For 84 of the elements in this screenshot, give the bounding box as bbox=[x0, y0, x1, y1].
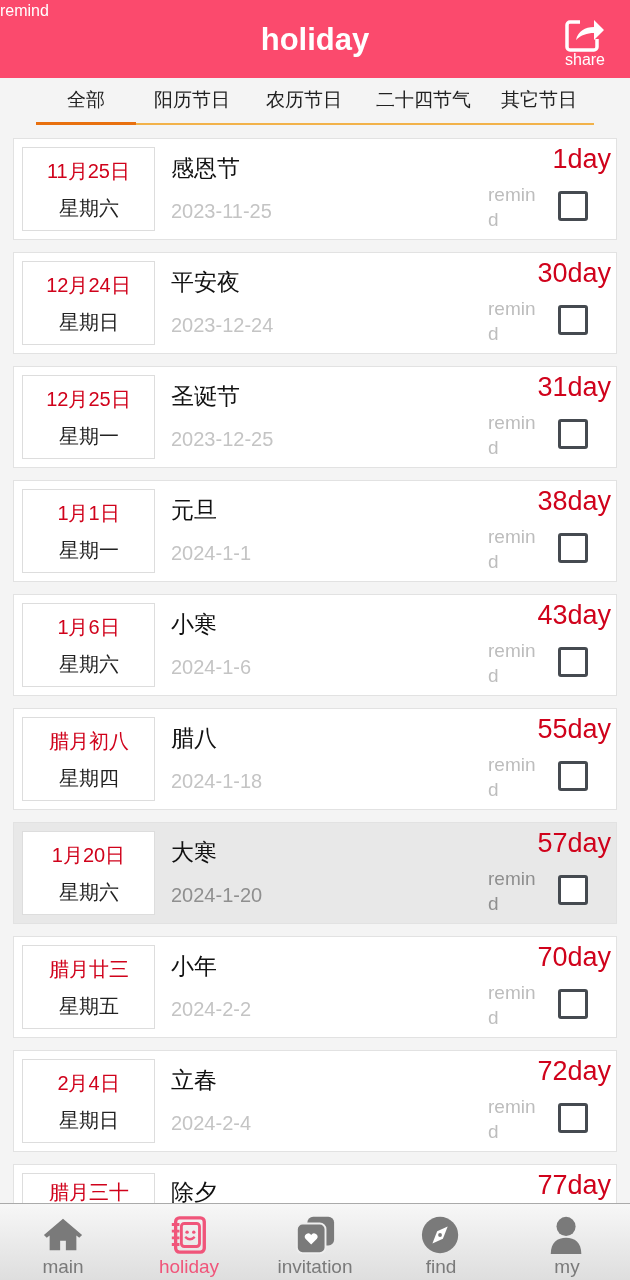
remind-label: remind bbox=[488, 411, 537, 460]
days-remaining: 72day bbox=[537, 1058, 611, 1085]
holiday-name: 元旦 bbox=[171, 497, 218, 525]
holiday-date: 2024-2-4 bbox=[171, 1110, 253, 1135]
holiday-card[interactable]: 2月4日 星期日 立春 2024-2-4 72day remind bbox=[13, 1050, 617, 1152]
remind-label: remind bbox=[488, 753, 537, 802]
date-label: 11月25日 bbox=[47, 158, 130, 183]
cards-icon bbox=[294, 1215, 336, 1256]
remind-checkbox[interactable] bbox=[558, 1103, 588, 1133]
remind-label: remind bbox=[488, 1095, 537, 1144]
holiday-date: 2024-1-6 bbox=[171, 654, 253, 679]
weekday-label: 星期六 bbox=[58, 195, 119, 220]
days-remaining: 57day bbox=[537, 830, 611, 857]
holiday-card[interactable]: 12月24日 星期日 平安夜 2023-12-24 30day remind bbox=[13, 252, 617, 354]
holiday-date: 2024-1-20 bbox=[171, 882, 264, 907]
remind-checkbox[interactable] bbox=[558, 533, 588, 563]
holiday-card[interactable]: 1月20日 星期六 大寒 2024-1-20 57day remind bbox=[13, 822, 617, 924]
remind-checkbox[interactable] bbox=[558, 761, 588, 791]
holiday-name: 立春 bbox=[171, 1067, 218, 1095]
weekday-label: 星期日 bbox=[58, 309, 119, 334]
date-label: 1月1日 bbox=[57, 500, 120, 525]
weekday-label: 星期日 bbox=[58, 1107, 119, 1132]
date-label: 2月4日 bbox=[57, 1070, 120, 1095]
remind-label: remind bbox=[488, 867, 537, 916]
remind-checkbox[interactable] bbox=[558, 875, 588, 905]
category-tab[interactable]: 农历节日 bbox=[248, 78, 360, 125]
remind-label: remind bbox=[488, 183, 537, 232]
category-tab[interactable]: 二十四节气 bbox=[364, 78, 482, 125]
category-tab[interactable]: 其它节日 bbox=[484, 78, 594, 125]
date-label: 12月25日 bbox=[46, 386, 131, 411]
weekday-label: 星期一 bbox=[58, 423, 119, 448]
remind-label: remind bbox=[488, 525, 537, 574]
days-remaining: 38day bbox=[537, 488, 611, 515]
holiday-name: 平安夜 bbox=[171, 269, 241, 297]
holiday-name: 感恩节 bbox=[171, 155, 241, 183]
remind-label: remind bbox=[488, 639, 537, 688]
holiday-card[interactable]: 11月25日 星期六 感恩节 2023-11-25 1day remind bbox=[13, 138, 617, 240]
holiday-name: 腊八 bbox=[171, 725, 218, 753]
holiday-card[interactable]: 12月25日 星期一 圣诞节 2023-12-25 31day remind bbox=[13, 366, 617, 468]
date-label: 1月6日 bbox=[57, 614, 120, 639]
remind-label: remind bbox=[488, 297, 537, 346]
holiday-name: 小寒 bbox=[171, 611, 218, 639]
remind-checkbox[interactable] bbox=[558, 191, 588, 221]
holiday-date: 2024-1-1 bbox=[171, 540, 253, 565]
holiday-date: 2023-11-25 bbox=[171, 198, 273, 223]
date-label: 腊月廿三 bbox=[48, 956, 129, 981]
days-remaining: 43day bbox=[537, 602, 611, 629]
days-remaining: 55day bbox=[537, 716, 611, 743]
holiday-card[interactable]: 腊月廿三 星期五 小年 2024-2-2 70day remind bbox=[13, 936, 617, 1038]
remind-checkbox[interactable] bbox=[558, 305, 588, 335]
holiday-name: 小年 bbox=[171, 953, 218, 981]
holiday-name: 大寒 bbox=[171, 839, 218, 867]
holiday-card[interactable]: 腊月三十 除夕 77day bbox=[13, 1164, 617, 1203]
holiday-card[interactable]: 1月6日 星期六 小寒 2024-1-6 43day remind bbox=[13, 594, 617, 696]
date-label: 12月24日 bbox=[46, 272, 131, 297]
weekday-label: 星期四 bbox=[58, 765, 119, 790]
weekday-label: 星期六 bbox=[58, 879, 119, 904]
days-remaining: 77day bbox=[537, 1172, 611, 1199]
holiday-name: 除夕 bbox=[171, 1179, 218, 1203]
holiday-name: 圣诞节 bbox=[171, 383, 241, 411]
date-label: 腊月三十 bbox=[48, 1180, 129, 1203]
remind-label: remind bbox=[488, 981, 537, 1030]
weekday-label: 星期五 bbox=[58, 993, 119, 1018]
date-label: 腊月初八 bbox=[48, 728, 129, 753]
days-remaining: 31day bbox=[537, 374, 611, 401]
weekday-label: 星期一 bbox=[58, 537, 119, 562]
category-tab[interactable]: 全部 bbox=[36, 78, 136, 125]
days-remaining: 1day bbox=[552, 146, 611, 173]
remind-label: remind bbox=[0, 2, 49, 20]
remind-checkbox[interactable] bbox=[558, 989, 588, 1019]
weekday-label: 星期六 bbox=[58, 651, 119, 676]
holiday-date: 2024-2-2 bbox=[171, 996, 253, 1021]
page-title: holiday bbox=[260, 23, 370, 55]
date-label: 1月20日 bbox=[51, 842, 126, 867]
category-tab[interactable]: 阳历节日 bbox=[136, 78, 248, 125]
holiday-card[interactable]: 腊月初八 星期四 腊八 2024-1-18 55day remind bbox=[13, 708, 617, 810]
days-remaining: 30day bbox=[537, 260, 611, 287]
holiday-date: 2024-1-18 bbox=[171, 768, 264, 793]
holiday-date: 2023-12-24 bbox=[171, 312, 275, 337]
holiday-card[interactable]: 1月1日 星期一 元旦 2024-1-1 38day remind bbox=[13, 480, 617, 582]
remind-checkbox[interactable] bbox=[558, 647, 588, 677]
holiday-date: 2023-12-25 bbox=[171, 426, 275, 451]
days-remaining: 70day bbox=[537, 944, 611, 971]
remind-checkbox[interactable] bbox=[558, 419, 588, 449]
